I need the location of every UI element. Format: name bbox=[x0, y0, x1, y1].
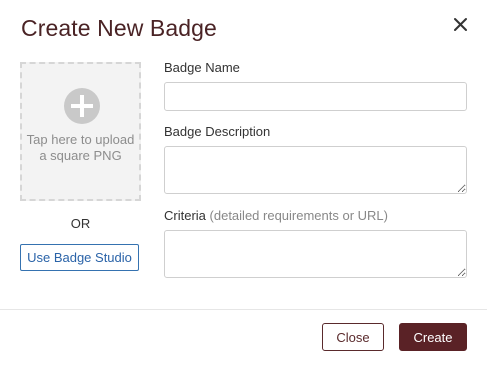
badge-name-input[interactable] bbox=[164, 82, 467, 111]
badge-description-label: Badge Description bbox=[164, 124, 271, 139]
badge-description-textarea[interactable] bbox=[164, 146, 467, 194]
criteria-label: Criteria (detailed requirements or URL) bbox=[164, 208, 388, 223]
criteria-hint: (detailed requirements or URL) bbox=[209, 208, 388, 223]
use-badge-studio-button[interactable]: Use Badge Studio bbox=[20, 244, 139, 271]
create-button[interactable]: Create bbox=[399, 323, 467, 351]
footer-divider bbox=[0, 309, 487, 310]
close-button[interactable]: Close bbox=[322, 323, 384, 351]
upload-hint: Tap here to upload a square PNG bbox=[26, 132, 135, 163]
badge-name-label: Badge Name bbox=[164, 60, 240, 75]
close-icon[interactable] bbox=[450, 14, 472, 36]
criteria-textarea[interactable] bbox=[164, 230, 467, 278]
badge-image-upload-area[interactable]: Tap here to upload a square PNG bbox=[20, 62, 141, 201]
create-badge-dialog: Create New Badge Tap here to upload a sq… bbox=[0, 0, 487, 365]
plus-circle-icon bbox=[64, 88, 100, 124]
or-separator: OR bbox=[70, 216, 91, 231]
criteria-label-text: Criteria bbox=[164, 208, 206, 223]
dialog-title: Create New Badge bbox=[21, 15, 217, 41]
